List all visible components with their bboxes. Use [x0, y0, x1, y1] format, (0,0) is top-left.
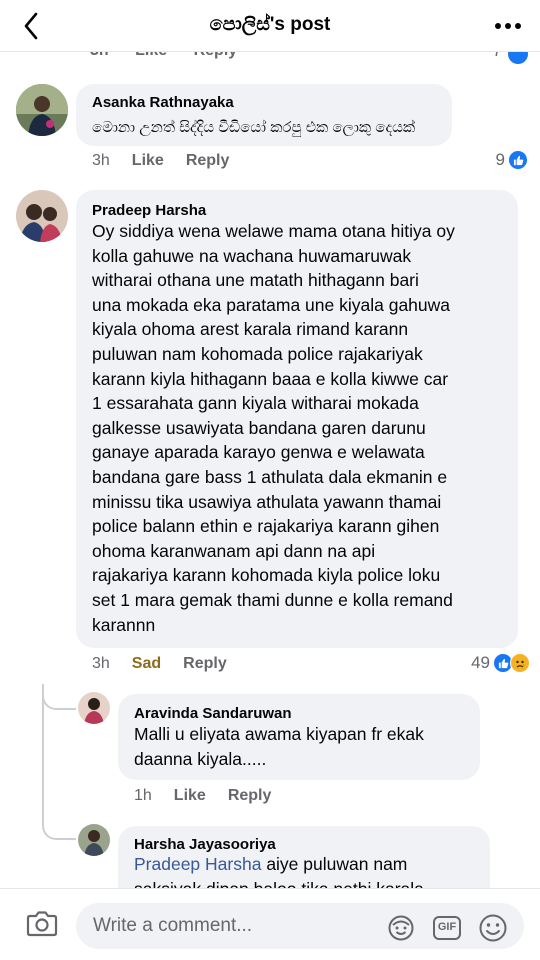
camera-button[interactable] [26, 909, 58, 941]
avatar-sticker-button[interactable] [386, 913, 416, 943]
like-button[interactable]: Like [132, 152, 164, 170]
reply-text: Malli u eliyata awama kiyapan fr ekak [134, 724, 424, 744]
comment-line: ohoma karanwanam api dann na api [92, 540, 376, 561]
gif-label: GIF [437, 921, 457, 933]
comment-actions: 3h Sad Reply [92, 655, 227, 673]
avatar-sticker-icon [388, 915, 414, 941]
comment-line: kolla gahuwe na wachana huwamaruwak [92, 245, 412, 266]
post-header: පොලිස්'s post [0, 0, 540, 52]
reply-button[interactable]: Reply [228, 787, 272, 805]
comment-line: galkesse usawiyata bandana garen darunu [92, 417, 426, 438]
comment-line: minissu tika usawiya athulata yawann tha… [92, 491, 442, 512]
thread-line [42, 684, 44, 824]
reply-time: 1h [134, 787, 152, 804]
comment-text: Oy siddiya wena welawe mama otana hitiya… [92, 219, 512, 637]
sad-reaction-button[interactable]: Sad [132, 655, 161, 673]
thread-connector [42, 684, 76, 710]
page-title: පොලිස්'s post [209, 14, 331, 35]
avatar[interactable] [78, 692, 110, 724]
comment-line: bandana gare bass 1 athulata dala ekmani… [92, 466, 448, 487]
comment-line: set 1 mara gemak thami dunne e kolla rem… [92, 589, 453, 610]
comment-line: karann kiyla hithagann baaa e kolla kiww… [92, 368, 449, 389]
camera-icon [26, 911, 58, 937]
avatar[interactable] [78, 824, 110, 856]
comment-line: kiyala ohoma arest karala rimand karann [92, 319, 409, 340]
comment-time: 3h [92, 655, 110, 672]
like-icon [508, 150, 528, 170]
comment-time: 3h [92, 152, 110, 169]
emoji-button[interactable] [478, 913, 508, 943]
reaction-count: 49 [471, 653, 490, 672]
comment-line: police balann ethin e rajakariya karann … [92, 516, 440, 537]
comment-text: මොනා උනත් සිද්දිය වීඩියෝ කරපු එක ලොකු දෙ… [92, 119, 416, 136]
comment-line: Oy siddiya wena welawe mama otana hitiya… [92, 221, 455, 241]
reply-text: Pradeep Harsha aiye puluwan nam [134, 852, 407, 877]
reaction-count: 9 [495, 150, 505, 169]
more-horizontal-icon [495, 23, 521, 29]
comment-actions: 3h Like Reply [92, 152, 229, 170]
sad-face-icon [510, 653, 530, 673]
reply-author[interactable]: Harsha Jayasooriya [134, 836, 276, 853]
reply-author[interactable]: Aravinda Sandaruwan [134, 705, 292, 722]
comment-line: 1 essarahata gann kiyala witharai mokada [92, 393, 419, 414]
comment-composer: Write a comment... GIF [0, 888, 540, 960]
reaction-summary[interactable]: 49 [471, 653, 530, 673]
comment-author[interactable]: Asanka Rathnayaka [92, 94, 234, 111]
reply-text-rest: aiye puluwan nam [261, 854, 408, 874]
avatar[interactable] [16, 190, 68, 242]
comment-line: una mokada eka paratama une kiyala gahuw… [92, 294, 451, 315]
comment-line: rajakariya karann kohomada kiyla police … [92, 565, 441, 586]
thread-connector [42, 812, 76, 840]
gif-button[interactable]: GIF [432, 913, 462, 943]
comment-author[interactable]: Pradeep Harsha [92, 202, 206, 219]
mention-link[interactable]: Pradeep Harsha [134, 854, 261, 874]
comment-line: karannn [92, 614, 156, 635]
comment-line: puluwan nam kohomada police rajakariyak [92, 343, 423, 364]
comment-line: witharai othana une matath hithagann bar… [92, 270, 419, 291]
reply-button[interactable]: Reply [183, 655, 227, 673]
reply-button[interactable]: Reply [186, 152, 230, 170]
reaction-summary[interactable]: 9 [496, 150, 528, 170]
more-button[interactable] [492, 12, 524, 40]
emoji-icon [479, 914, 507, 942]
avatar[interactable] [16, 84, 68, 136]
reply-actions: 1h Like Reply [134, 787, 271, 805]
comment-line: ganaye aparada karayo genwa e welawata [92, 442, 425, 463]
reply-text: daanna kiyala..... [134, 749, 267, 769]
comment-placeholder: Write a comment... [93, 915, 253, 936]
like-button[interactable]: Like [174, 787, 206, 805]
